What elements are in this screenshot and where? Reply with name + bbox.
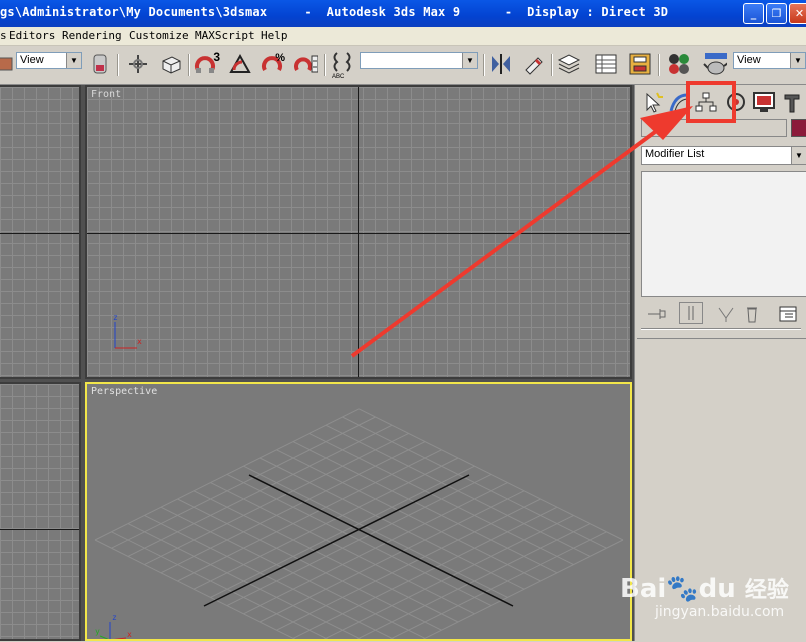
modifier-list-label: Modifier List (645, 148, 705, 160)
axis-y-label: y (95, 627, 100, 636)
render-view-combo[interactable]: View ▼ (733, 52, 806, 69)
axis-z-label: z (112, 613, 117, 622)
restore-button[interactable]: ❐ (766, 3, 787, 24)
configure-modifier-sets-icon[interactable] (777, 304, 799, 324)
command-panel: Modifier List ▼ (634, 85, 806, 641)
abc-label: ABC (332, 74, 345, 80)
hierarchy-tab-highlight (686, 81, 736, 123)
menu-bar: s Editors Rendering Customize MAXScript … (0, 27, 806, 46)
chevron-down-icon: ▼ (462, 53, 477, 68)
schematic-view-icon[interactable] (628, 52, 652, 76)
window-title: gs\Administrator\My Documents\3dsmax - A… (0, 5, 669, 19)
display-tab-icon[interactable] (751, 89, 777, 115)
chevron-down-icon: ▼ (791, 147, 806, 164)
modifier-list-dropdown[interactable]: Modifier List ▼ (641, 146, 806, 165)
menu-item-customize[interactable]: Customize (129, 29, 189, 42)
watermark-brand: Bai (620, 574, 667, 604)
main-toolbar: View ▼ 3 % ABC ▼ View ▼ (0, 46, 806, 85)
keyboard-shortcut-toggle-icon[interactable] (159, 52, 183, 76)
menu-item-help[interactable]: Help (261, 29, 288, 42)
left-viewport[interactable] (0, 382, 81, 641)
pivot-center-icon[interactable] (88, 52, 112, 76)
reference-coordinate-combo[interactable]: View ▼ (16, 52, 82, 69)
percent-snap-icon[interactable]: % (261, 52, 285, 76)
make-unique-icon[interactable] (715, 304, 737, 324)
close-button[interactable]: ✕ (789, 3, 806, 24)
reference-coordinate-value: View (20, 54, 44, 66)
baidu-watermark: Bai🐾du 经验 (620, 572, 789, 604)
align-icon[interactable] (522, 52, 546, 76)
render-view-value: View (737, 54, 761, 66)
minimize-button[interactable]: _ (743, 3, 764, 24)
axis-x-label: x (137, 337, 142, 346)
perspective-viewport[interactable]: Perspective z y x (85, 382, 632, 641)
pin-stack-icon[interactable] (645, 304, 667, 324)
render-teapot-icon[interactable] (703, 52, 727, 76)
remove-modifier-icon[interactable] (741, 304, 763, 324)
spinner-snap-icon[interactable] (294, 52, 318, 76)
watermark-brand-suffix: du (698, 574, 736, 604)
top-viewport[interactable] (0, 85, 81, 379)
viewport-label-front[interactable]: Front (91, 89, 121, 100)
watermark-chinese: 经验 (744, 578, 789, 603)
object-color-swatch[interactable] (791, 119, 806, 137)
snap-dimension-label: 3 (213, 50, 220, 64)
chevron-down-icon: ▼ (790, 53, 805, 68)
show-end-result-icon[interactable] (679, 302, 703, 324)
edit-named-selection-icon[interactable]: ABC (330, 52, 354, 80)
angle-snap-icon[interactable] (228, 52, 252, 76)
watermark-url: jingyan.baidu.com (655, 604, 785, 620)
curve-editor-icon[interactable] (594, 52, 618, 76)
mirror-icon[interactable] (489, 52, 513, 76)
layer-manager-icon[interactable] (557, 52, 581, 76)
material-editor-icon[interactable] (666, 52, 690, 76)
title-bar: gs\Administrator\My Documents\3dsmax - A… (0, 0, 806, 27)
paw-icon: 🐾 (666, 574, 699, 604)
menu-item-partial[interactable]: s (0, 29, 7, 42)
chevron-down-icon: ▼ (66, 53, 81, 68)
menu-item-maxscript[interactable]: MAXScript (195, 29, 255, 42)
axis-z-label: z (113, 313, 118, 322)
create-tab-icon[interactable] (639, 89, 665, 115)
utilities-tab-icon[interactable] (779, 89, 805, 115)
modifier-stack-list[interactable] (641, 171, 806, 297)
front-viewport[interactable]: Front z x (85, 85, 632, 379)
snaps-toggle-icon[interactable]: 3 (194, 50, 220, 76)
menu-item-editors[interactable]: Editors (9, 29, 55, 42)
manipulate-icon[interactable] (126, 52, 150, 76)
select-region-icon[interactable] (0, 52, 16, 76)
panel-divider (641, 328, 801, 330)
perspective-grid (94, 408, 624, 639)
percent-snap-label: % (275, 52, 285, 64)
menu-item-rendering[interactable]: Rendering (62, 29, 122, 42)
axis-x-label: x (127, 630, 132, 639)
named-selection-combo[interactable]: ▼ (360, 52, 478, 69)
